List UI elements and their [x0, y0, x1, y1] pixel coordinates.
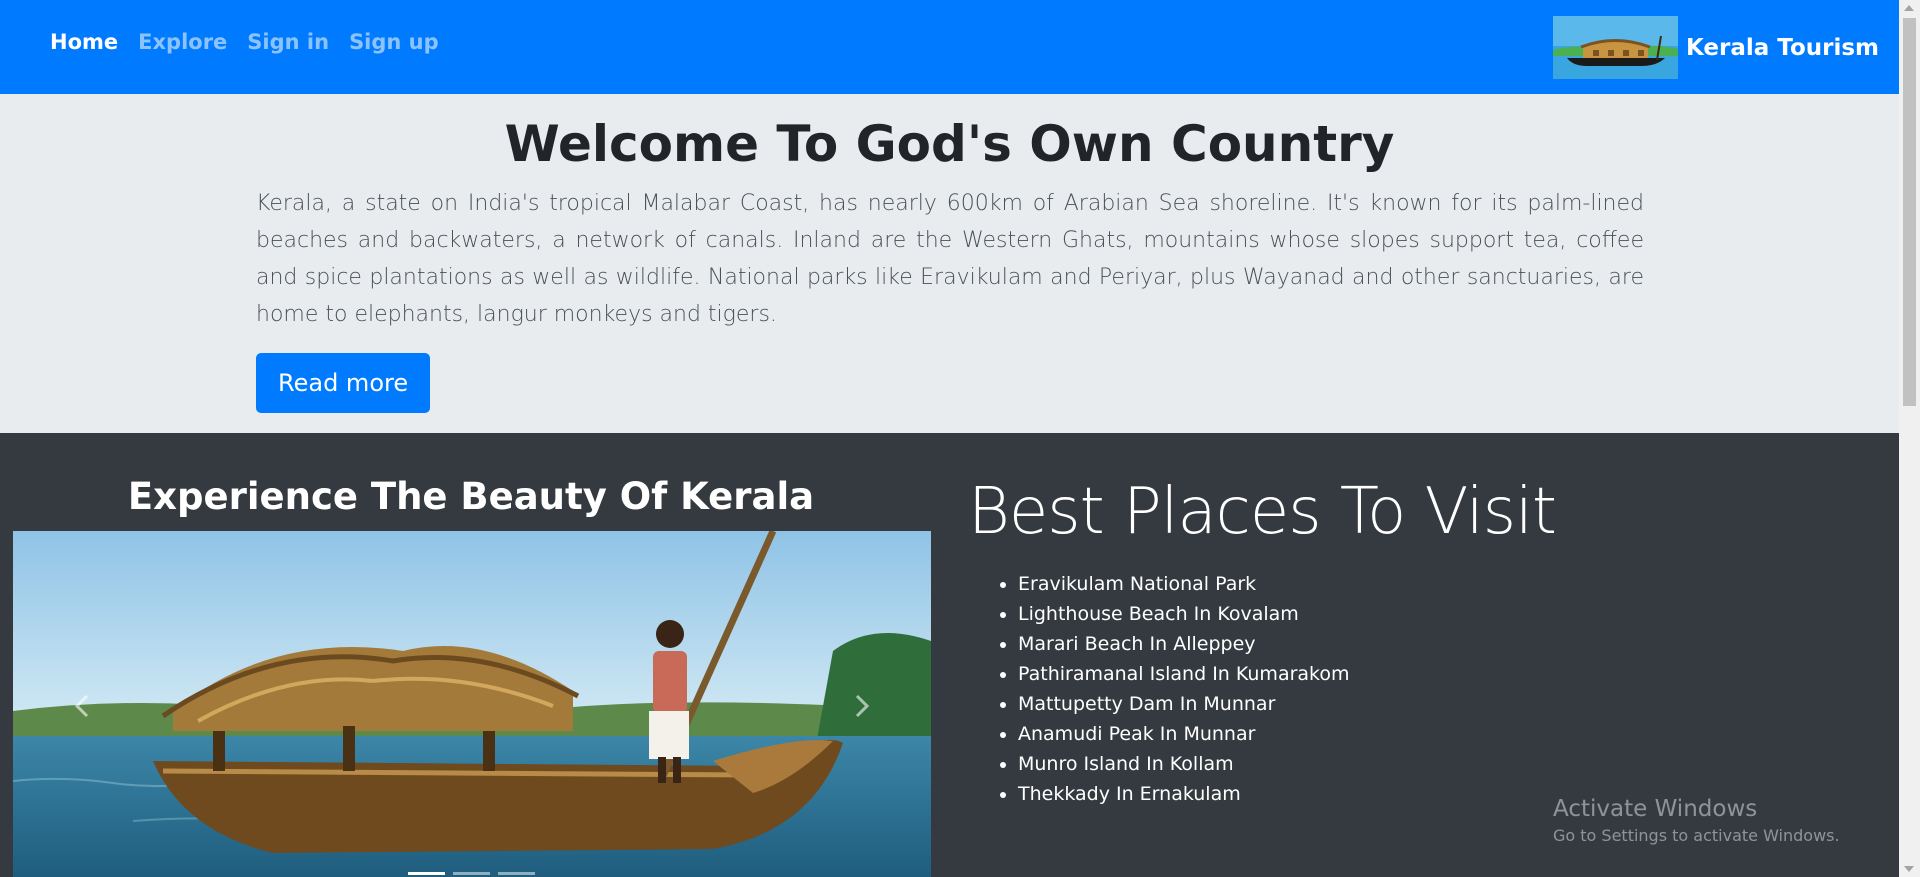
vertical-scrollbar[interactable]: [1899, 0, 1920, 877]
image-carousel[interactable]: [13, 531, 931, 877]
page-title: Welcome To God's Own Country: [504, 115, 1395, 173]
jumbotron: Welcome To God's Own Country Kerala, a s…: [0, 94, 1899, 433]
houseboat-logo: [1553, 16, 1679, 79]
list-item: Pathiramanal Island In Kumarakom: [1018, 659, 1350, 689]
houseboat-photo: [13, 531, 931, 877]
scrollbar-thumb[interactable]: [1903, 18, 1916, 406]
list-item: Marari Beach In Alleppey: [1018, 629, 1350, 659]
intro-text: Kerala, a state on India's tropical Mala…: [256, 191, 1644, 327]
navbar: Home Explore Sign in Sign up Kerala Tour…: [0, 0, 1899, 94]
list-item: Munro Island In Kollam: [1018, 749, 1350, 779]
watermark-subtitle: Go to Settings to activate Windows.: [1553, 826, 1840, 845]
nav-link-sign-in[interactable]: Sign in: [247, 30, 329, 54]
brand-name: Kerala Tourism: [1686, 34, 1879, 61]
carousel-indicators: [408, 872, 535, 875]
list-item: Mattupetty Dam In Munnar: [1018, 689, 1350, 719]
nav-link-explore[interactable]: Explore: [138, 30, 227, 54]
windows-activation-watermark: Activate Windows Go to Settings to activ…: [1553, 796, 1840, 845]
scroll-down-icon[interactable]: [1904, 866, 1914, 872]
nav-link-sign-up[interactable]: Sign up: [349, 30, 439, 54]
nav-link-home[interactable]: Home: [50, 30, 118, 54]
experience-title: Experience The Beauty Of Kerala: [127, 475, 815, 518]
list-item: Lighthouse Beach In Kovalam: [1018, 599, 1350, 629]
places-title: Best Places To Visit: [968, 475, 1557, 549]
carousel-indicator[interactable]: [408, 872, 445, 875]
carousel-next-icon[interactable]: [846, 691, 876, 721]
scroll-up-icon[interactable]: [1904, 5, 1914, 11]
list-item: Thekkady In Ernakulam: [1018, 779, 1350, 809]
places-list: Eravikulam National Park Lighthouse Beac…: [1018, 569, 1350, 809]
list-item: Anamudi Peak In Munnar: [1018, 719, 1350, 749]
carousel-prev-icon[interactable]: [68, 691, 98, 721]
browser-viewport: Home Explore Sign in Sign up Kerala Tour…: [0, 0, 1920, 877]
read-more-button[interactable]: Read more: [256, 353, 431, 413]
nav-links: Home Explore Sign in Sign up: [50, 30, 439, 54]
watermark-title: Activate Windows: [1553, 796, 1758, 822]
carousel-indicator[interactable]: [498, 872, 535, 875]
carousel-indicator[interactable]: [453, 872, 490, 875]
list-item: Eravikulam National Park: [1018, 569, 1350, 599]
navbar-brand[interactable]: Kerala Tourism: [1553, 16, 1879, 79]
